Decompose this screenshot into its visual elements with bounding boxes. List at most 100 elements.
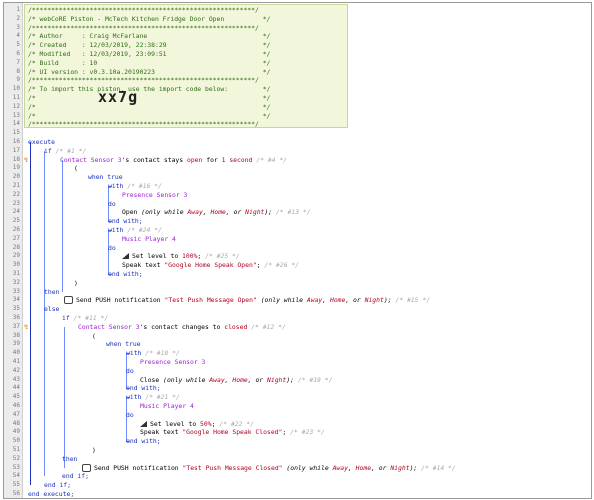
value: open	[186, 155, 203, 164]
code-line[interactable]: end if;	[44, 481, 71, 490]
string-value: "Google Home Speak Closed"	[182, 428, 283, 437]
code-line[interactable]: end with;	[108, 270, 143, 279]
block-bracket	[64, 326, 65, 468]
code-line[interactable]: if /* #11 */	[62, 314, 108, 323]
string-value: "Test Push Message Open"	[164, 296, 257, 305]
header-line[interactable]: /* To import this piston, use the import…	[28, 85, 270, 94]
code-line[interactable]: Music Player 4	[140, 402, 194, 411]
code-line[interactable]: Send PUSH notification "Test Push Messag…	[82, 463, 456, 473]
code-line[interactable]: Close (only while Away, Home, or Night);…	[140, 376, 332, 385]
code-line[interactable]: (	[92, 332, 96, 341]
code-line[interactable]: then	[62, 455, 77, 464]
line-number: 2	[16, 14, 20, 22]
code-token: );	[383, 296, 392, 305]
code-line[interactable]: Open (only while Away, Home, or Night); …	[122, 208, 311, 217]
statement-id: /* #4 */	[252, 155, 288, 164]
command: Set level to	[132, 252, 183, 261]
line-number: 34	[12, 296, 20, 304]
header-line[interactable]: /* Author : Craig McFarlane */	[28, 32, 270, 41]
code-line[interactable]: with /* #16 */	[108, 182, 162, 191]
line-number: 9	[16, 76, 20, 84]
code-line[interactable]: do	[126, 367, 134, 376]
code-line[interactable]: do	[126, 411, 134, 420]
device-name: Presence Sensor 3	[140, 358, 206, 366]
code-line[interactable]: Speak text "Google Home Speak Open"; /* …	[122, 261, 299, 270]
code-line[interactable]: (	[74, 164, 78, 173]
code-line[interactable]: Send PUSH notification "Test Push Messag…	[64, 296, 430, 305]
header-line[interactable]: /* Created : 12/03/2019, 22:38:29 */	[28, 41, 270, 50]
statement-id: /* #16 */	[123, 182, 162, 190]
code-line[interactable]: else	[44, 305, 59, 314]
line-number: 52	[12, 454, 20, 462]
code-line[interactable]: then	[44, 288, 59, 297]
code-line[interactable]: end with;	[126, 437, 161, 446]
line-number: 22	[12, 190, 20, 198]
statement-id: /* #14 */	[417, 463, 456, 472]
code-line[interactable]: end with;	[126, 384, 161, 393]
line-number: 36	[12, 314, 20, 321]
line-number: 11	[12, 94, 20, 101]
statement-id: /* #11 */	[69, 314, 109, 322]
import-code: xx7g	[98, 88, 139, 106]
code-line[interactable]: end if;	[62, 472, 89, 481]
line-number: 21	[12, 182, 20, 189]
line-number: 35	[12, 305, 20, 313]
keyword-when-true: when true	[88, 173, 123, 182]
message-icon	[64, 296, 73, 305]
keyword-end-if: end if;	[44, 481, 71, 490]
header-line[interactable]: /***************************************…	[28, 6, 259, 15]
code-line[interactable]: Presence Sensor 3	[122, 191, 187, 200]
statement-id: /* #18 */	[141, 349, 180, 358]
header-line[interactable]: /***************************************…	[28, 76, 259, 85]
header-comment: /***************************************…	[28, 76, 259, 85]
code-line[interactable]: Contact Sensor 3's contact changes to cl…	[78, 323, 286, 332]
code-line[interactable]: Presence Sensor 3	[140, 358, 205, 367]
code-line[interactable]: with /* #21 */	[126, 393, 180, 402]
line-number: 17	[12, 146, 20, 154]
line-number: 15	[12, 129, 20, 137]
header-line[interactable]: /* UI version : v0.3.10a.20190223 */	[28, 68, 270, 77]
code-line[interactable]: do	[108, 200, 116, 209]
code-line[interactable]: Set level to 100%; /* #25 */	[122, 252, 240, 261]
header-line[interactable]: /* Build : 10 */	[28, 59, 270, 68]
code-line[interactable]: Contact Sensor 3's contact stays open fo…	[60, 156, 287, 165]
code-line[interactable]: end with;	[108, 217, 143, 226]
header-comment: /***************************************…	[28, 23, 259, 32]
line-number: 14	[12, 120, 20, 128]
line-number: 46	[12, 402, 20, 409]
header-line[interactable]: /* */	[28, 94, 270, 103]
code-line[interactable]: when true	[88, 173, 123, 182]
code-line[interactable]: when true	[106, 340, 141, 349]
code-line[interactable]: )	[74, 279, 78, 288]
mode-home: Home	[210, 208, 226, 217]
code-line[interactable]: with /* #24 */	[108, 226, 162, 235]
header-line[interactable]: /* webCoRE Piston - McTech Kitchen Fridg…	[28, 15, 270, 24]
header-line[interactable]: /***************************************…	[28, 24, 259, 33]
line-number: 33	[12, 287, 20, 295]
keyword-do: do	[108, 243, 116, 252]
keyword-then: then	[62, 454, 78, 463]
command: Speak text	[122, 261, 165, 270]
code-line[interactable]: Music Player 4	[122, 235, 176, 244]
code-line[interactable]: )	[92, 446, 96, 455]
header-line[interactable]: /* */	[28, 103, 270, 112]
code-line[interactable]: if /* #1 */	[44, 147, 86, 156]
mode-home: Home	[355, 463, 372, 472]
device-name: Music Player 4	[140, 402, 194, 410]
code-line[interactable]: end execute;	[28, 490, 74, 499]
import-code-line[interactable]: xx7g	[98, 90, 138, 105]
command: Speak text	[140, 428, 183, 437]
header-line[interactable]: /***************************************…	[28, 120, 259, 129]
code-line[interactable]: execute	[28, 138, 55, 147]
code-token: (	[92, 331, 96, 340]
code-line[interactable]: Set level to 50%; /* #22 */	[140, 420, 254, 429]
statement-id: /* #26 */	[260, 261, 300, 270]
header-line[interactable]: /* Modified : 12/03/2019, 23:09:51 */	[28, 50, 270, 59]
keyword-if: if	[44, 146, 52, 155]
code-line[interactable]: with /* #18 */	[126, 349, 180, 358]
code-line[interactable]: Speak text "Google Home Speak Closed"; /…	[140, 428, 325, 437]
header-line[interactable]: /* */	[28, 112, 270, 121]
code-token: );	[286, 375, 294, 384]
code-line[interactable]: do	[108, 244, 116, 253]
message-icon	[82, 463, 91, 472]
